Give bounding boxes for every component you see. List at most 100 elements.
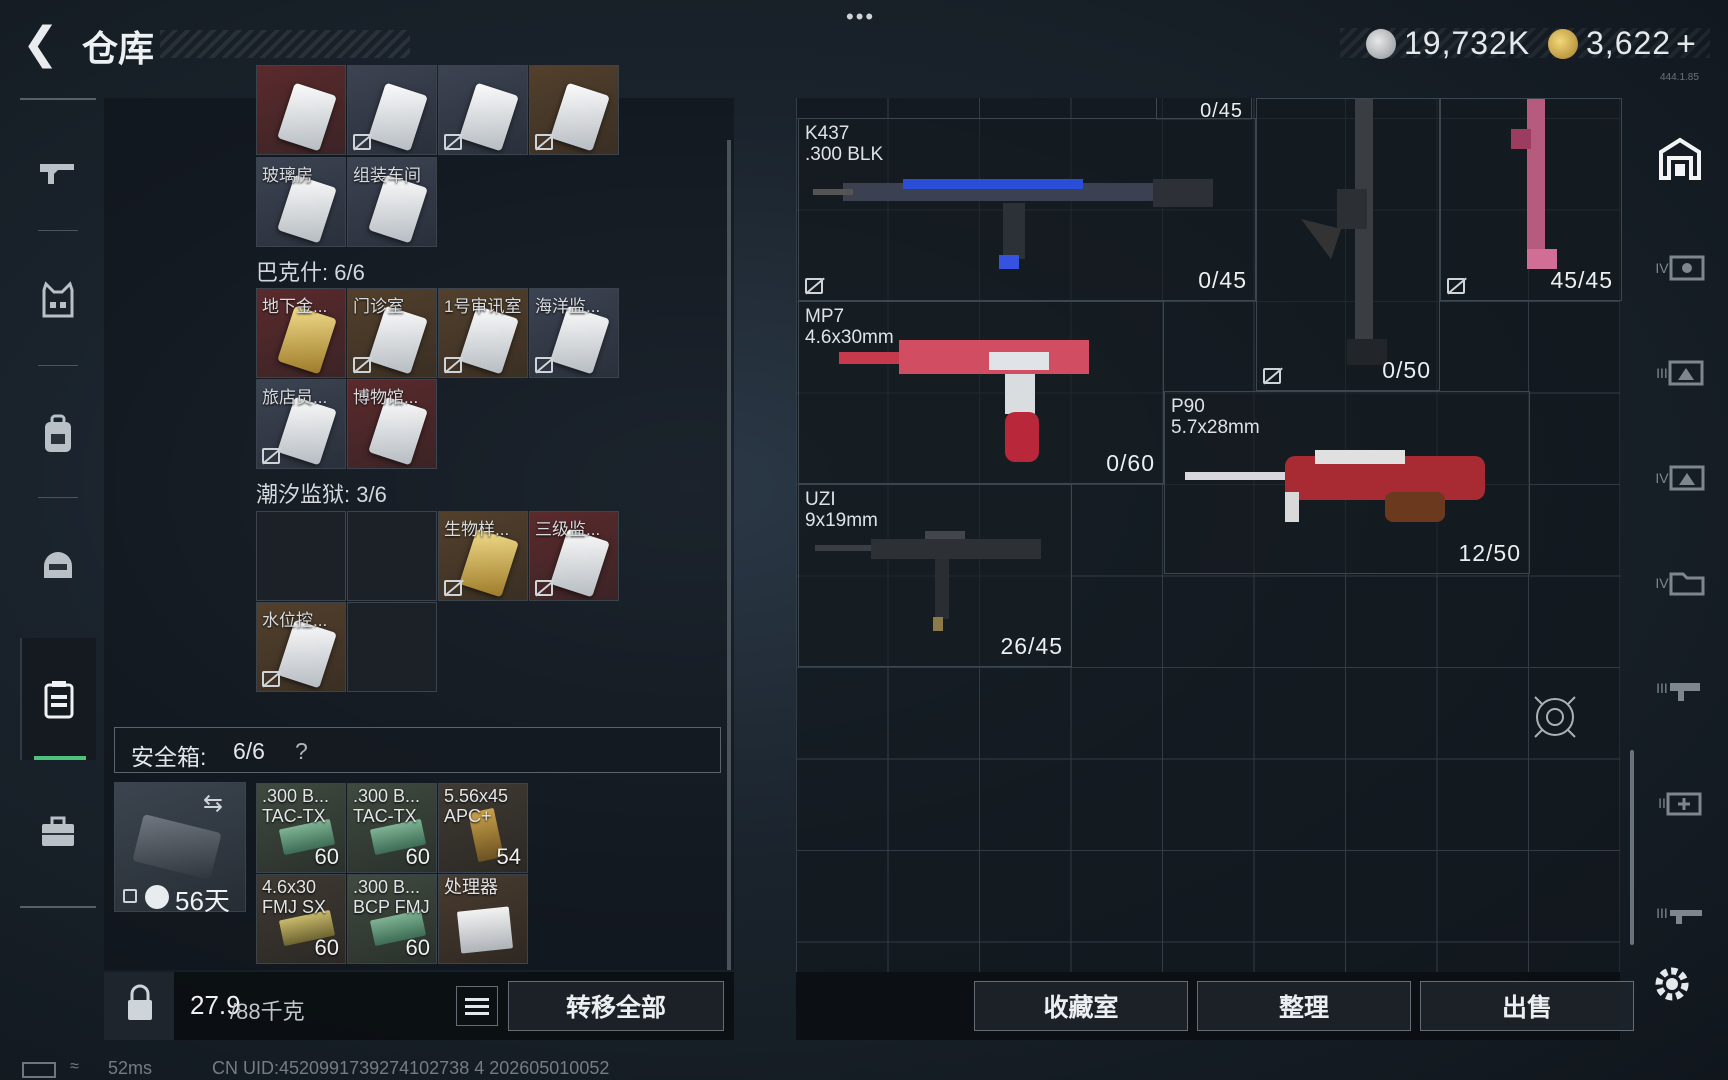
no-sell-icon [262,448,280,464]
weapon-slot[interactable]: 0/45 [1156,98,1252,122]
level4-folder-tab[interactable]: IV [1650,553,1710,613]
nav-helmet[interactable] [20,516,96,616]
sell-button[interactable]: 出售 [1420,981,1634,1031]
rifle-image [813,179,1213,269]
keycard-label: 海洋监... [535,297,601,316]
item-name: .300 B... BCP FMJ [353,877,430,917]
level4-gear-tab[interactable]: IV [1650,238,1710,298]
keycard-label: 1号审讯室 [444,297,522,316]
helmet-icon [44,552,72,578]
keycard-slot[interactable]: 1号审讯室 [438,288,528,378]
no-sell-icon [1447,278,1465,294]
item-count: 60 [314,935,339,960]
weapon-ammo: 0/60 [1106,450,1155,476]
weapon-slot-pink[interactable]: 45/45 [1440,98,1622,301]
no-sell-icon [262,671,280,687]
keycard-slot[interactable]: 水位控... [256,602,346,692]
grid-scrollbar[interactable] [1630,750,1634,945]
no-sell-icon [805,278,823,294]
capacity-max: /88千克 [230,999,305,1024]
collection-room-button[interactable]: 收藏室 [974,981,1188,1031]
keycard-slot[interactable]: 地下金... [256,288,346,378]
keycard-label: 水位控... [262,611,328,630]
keycard-slot[interactable] [529,65,619,155]
level3-rifle-tab[interactable]: III [1650,883,1710,943]
keycard-slot[interactable]: 三级监... [529,511,619,601]
weapon-ammo: 12/50 [1458,540,1521,566]
container-icon [44,681,74,719]
weapon-slot-p90[interactable]: P90 5.7x28mm 12/50 [1164,391,1530,574]
no-sell-icon [444,580,462,596]
currency-silver: 19,732K [1404,25,1531,61]
weapon-ammo: 0/45 [1198,267,1247,293]
keycard-slot[interactable] [256,65,346,155]
add-currency-button[interactable]: + [1676,25,1697,64]
nav-briefcase[interactable] [20,782,96,882]
keycard-slot[interactable]: 玻璃房 [256,157,346,247]
safebox-slot[interactable]: .300 B... BCP FMJ 60 [347,874,437,964]
lock-icon [123,889,137,903]
nav-armor[interactable] [20,250,96,350]
keycard-slot[interactable] [438,65,528,155]
left-scrollbar[interactable] [727,140,731,970]
nav-weapons[interactable] [20,120,96,220]
sort-button[interactable]: 整理 [1197,981,1411,1031]
keycard-slot[interactable] [347,65,437,155]
keycard-slot[interactable]: 博物馆... [347,379,437,469]
item-count: 54 [496,844,521,869]
keycard-label: 组装车间 [353,166,421,185]
more-menu-icon[interactable]: ••• [846,4,875,30]
safebox-slot[interactable]: 5.56x45 APC+ 54 [438,783,528,873]
target-icon[interactable] [1530,692,1580,742]
help-icon[interactable]: ? [295,738,308,765]
weapon-slot-mp7[interactable]: MP7 4.6x30mm 0/60 [798,301,1164,484]
safebox-slot[interactable]: 4.6x30 FMJ SX 60 [256,874,346,964]
level4-gear-icon: IV [1655,260,1669,276]
level2-medkit-tab[interactable]: II [1650,773,1710,833]
weapon-slot-rifle[interactable]: 0/50 [1256,98,1440,391]
warehouse-icon [1659,137,1701,180]
uid-text: CN UID:4520991739274102738 4 20260501005… [212,1058,610,1078]
keycard-slot[interactable]: 海洋监... [529,288,619,378]
keycard-empty-slot[interactable] [347,511,437,601]
back-arrow-icon[interactable]: ❮ [22,22,59,66]
swap-icon[interactable]: ⇆ [203,789,223,818]
warehouse-tab[interactable] [1650,128,1710,188]
level2-medkit-icon: II [1658,795,1666,811]
safebox-item[interactable]: ⇆ 56天 [114,782,246,916]
level4-armor-tab[interactable]: IV [1650,448,1710,508]
keycard-label: 三级监... [535,520,601,539]
weapon-ammo: 26/45 [1000,633,1063,659]
safebox-slot[interactable]: 处理器 [438,874,528,964]
item-name: .300 B... TAC-TX [353,786,421,826]
backpack-icon [45,414,71,452]
item-name: 5.56x45 APC+ [444,786,509,826]
keycard-slot[interactable]: 门诊室 [347,288,437,378]
keycard-label: 地下金... [262,297,328,316]
rifle-image [1511,99,1557,269]
keycard-slot[interactable]: 组装车间 [347,157,437,247]
briefcase-icon [42,816,74,846]
weapon-slot-k437[interactable]: K437 .300 BLK 0/45 [798,118,1256,301]
safebox-slot[interactable]: .300 B... TAC-TX 60 [256,783,346,873]
weapon-slot-uzi[interactable]: UZI 9x19mm 26/45 [798,484,1072,667]
keycard-label: 玻璃房 [262,166,313,185]
keycard-label: 门诊室 [353,297,404,316]
silver-coin-icon [1366,29,1396,59]
list-icon[interactable] [456,986,498,1026]
level3-weapon-tab[interactable]: III [1650,658,1710,718]
keycard-empty-slot[interactable] [256,511,346,601]
transfer-all-button[interactable]: 转移全部 [508,981,724,1031]
rifle-icon [40,164,74,184]
nav-backpack[interactable] [20,384,96,484]
safebox-header: 安全箱: 6/6 ? [114,727,721,773]
settings-button[interactable] [1650,962,1694,1006]
keycard-slot[interactable]: 旅店员... [256,379,346,469]
smg-image [815,531,1041,631]
level3-armor-tab[interactable]: III [1650,343,1710,403]
safebox-count: 6/6 [233,738,265,764]
keycard-empty-slot[interactable] [347,602,437,692]
safebox-slot[interactable]: .300 B... TAC-TX 60 [347,783,437,873]
nav-container[interactable] [20,638,96,760]
keycard-slot[interactable]: 生物样... [438,511,528,601]
